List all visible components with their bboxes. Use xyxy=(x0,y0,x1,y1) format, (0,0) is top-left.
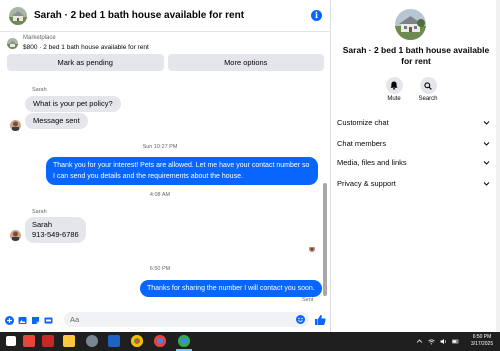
app-icon-office[interactable] xyxy=(42,335,54,347)
phone-number[interactable]: 913-549-6786 xyxy=(32,230,79,240)
conversation-avatar-large[interactable] xyxy=(395,9,426,40)
search-icon xyxy=(419,77,437,94)
message-status: Sent xyxy=(302,297,314,303)
clock-time: 6:50 PM xyxy=(472,334,492,340)
incoming-message[interactable]: Sarah 913-549-6786 xyxy=(25,217,86,243)
app-icon-red[interactable] xyxy=(23,335,35,347)
listing-thumbnail xyxy=(7,37,18,49)
marketplace-listing-bar[interactable]: Marketplace $800 · 2 bed 1 bath house av… xyxy=(0,33,331,53)
sender-name: Sarah xyxy=(32,209,47,215)
sticker-icon[interactable] xyxy=(31,316,40,325)
sender-avatar[interactable] xyxy=(10,120,21,131)
emoji-icon[interactable] xyxy=(296,315,305,324)
chevron-down-icon xyxy=(483,142,490,146)
sender-avatar[interactable] xyxy=(10,230,21,241)
chevron-down-icon xyxy=(483,182,490,186)
windows-start-icon[interactable] xyxy=(6,336,16,346)
gif-icon[interactable] xyxy=(44,316,53,325)
image-icon[interactable] xyxy=(18,316,27,325)
conversation-avatar[interactable] xyxy=(9,6,27,25)
chrome-icon[interactable] xyxy=(131,335,143,347)
file-explorer-icon[interactable] xyxy=(63,335,75,347)
search-label: Search xyxy=(418,96,438,102)
message-composer: Aa xyxy=(0,309,331,331)
details-title: Sarah · 2 bed 1 bath house available for… xyxy=(342,45,490,66)
marketplace-label: Marketplace xyxy=(23,35,56,41)
outgoing-message[interactable]: Thank you for your interest! Pets are al… xyxy=(46,157,318,185)
message-text: Sarah xyxy=(32,220,53,229)
app-icon-blue[interactable] xyxy=(108,335,120,347)
mute-button[interactable]: Mute xyxy=(379,77,409,102)
chat-header: Sarah · 2 bed 1 bath house available for… xyxy=(0,0,331,32)
section-label: Chat members xyxy=(337,139,387,148)
taskbar: 6:50 PM 3/17/2025 xyxy=(0,332,500,351)
message-input[interactable]: Aa xyxy=(64,312,309,327)
plus-icon[interactable] xyxy=(5,315,14,325)
wifi-icon[interactable] xyxy=(428,338,435,345)
chrome-icon-2[interactable] xyxy=(154,335,166,347)
bell-icon xyxy=(385,77,403,94)
outgoing-message[interactable]: Thanks for sharing the number I will con… xyxy=(140,280,322,297)
more-options-button[interactable]: More options xyxy=(167,54,324,71)
battery-icon[interactable] xyxy=(452,338,459,345)
message-input-placeholder: Aa xyxy=(70,315,80,324)
conversation-details-panel: Sarah · 2 bed 1 bath house available for… xyxy=(332,0,500,332)
section-label: Media, files and links xyxy=(337,158,407,167)
system-clock[interactable]: 6:50 PM 3/17/2025 xyxy=(468,334,496,348)
seen-indicator-avatar xyxy=(309,246,315,252)
mute-label: Mute xyxy=(387,96,401,102)
section-label: Privacy & support xyxy=(337,179,396,188)
thumbs-up-icon[interactable] xyxy=(314,314,326,326)
section-customize-chat[interactable]: Customize chat xyxy=(337,115,490,130)
sender-name: Sarah xyxy=(32,87,47,93)
info-icon[interactable]: i xyxy=(311,10,322,21)
search-button[interactable]: Search xyxy=(413,77,443,102)
chevron-down-icon xyxy=(483,161,490,165)
chat-window: Sarah · 2 bed 1 bath house available for… xyxy=(0,0,331,332)
incoming-message[interactable]: What is your pet policy? xyxy=(25,96,121,112)
details-scrollbar[interactable] xyxy=(496,0,500,332)
chevron-up-icon[interactable] xyxy=(416,338,423,345)
section-privacy-support[interactable]: Privacy & support xyxy=(337,176,490,191)
incoming-message[interactable]: Message sent xyxy=(25,113,88,129)
timestamp: Sun 10:27 PM xyxy=(142,144,178,150)
speaker-icon[interactable] xyxy=(440,338,447,345)
section-chat-members[interactable]: Chat members xyxy=(337,136,490,151)
app-icon-gray[interactable] xyxy=(86,335,98,347)
chrome-icon-active[interactable] xyxy=(178,335,190,347)
listing-title: $800 · 2 bed 1 bath house available for … xyxy=(23,44,149,51)
section-label: Customize chat xyxy=(337,118,389,127)
message-list: Sarah What is your pet policy? Message s… xyxy=(0,74,331,310)
chevron-down-icon xyxy=(483,121,490,125)
conversation-title[interactable]: Sarah · 2 bed 1 bath house available for… xyxy=(34,10,244,21)
section-media-files-links[interactable]: Media, files and links xyxy=(337,155,490,170)
timestamp: 6:50 PM xyxy=(149,266,171,272)
clock-date: 3/17/2025 xyxy=(470,341,494,347)
mark-as-pending-button[interactable]: Mark as pending xyxy=(7,54,164,71)
timestamp: 4:08 AM xyxy=(149,192,171,198)
